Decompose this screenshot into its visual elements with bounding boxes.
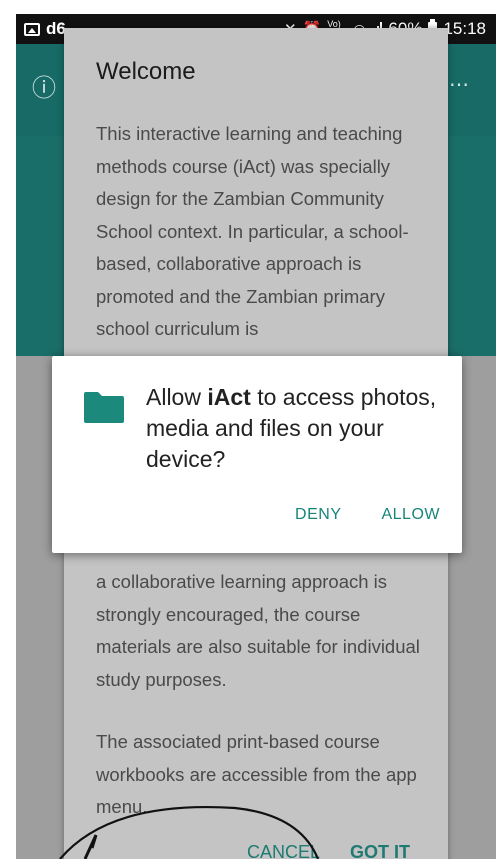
permission-prefix: Allow — [146, 384, 208, 410]
permission-dialog: Allow iAct to access photos, media and f… — [52, 356, 462, 553]
allow-button[interactable]: ALLOW — [381, 506, 440, 524]
clock: 15:18 — [443, 19, 486, 38]
carrier-label: d6 — [46, 19, 66, 38]
dialog-paragraph-2: a collaborative learning approach is str… — [96, 571, 420, 690]
dialog-paragraph-1: This interactive learning and teaching m… — [96, 123, 409, 339]
deny-button[interactable]: DENY — [295, 506, 341, 524]
cancel-button[interactable]: CANCEL — [247, 842, 320, 859]
permission-actions: DENY ALLOW — [295, 506, 440, 524]
got-it-button[interactable]: GOT IT — [350, 842, 410, 859]
dialog-actions: CANCEL GOT IT — [247, 842, 410, 859]
dialog-title: Welcome — [96, 58, 196, 85]
phone-screen: d6 ✕ ⏰ Vo) LTE ◠ 60% 15:18 ⓘ ⋯ Welcome T… — [16, 14, 496, 859]
folder-icon — [84, 392, 124, 423]
app-logo-icon: ⓘ — [32, 75, 56, 102]
permission-app-name: iAct — [207, 384, 251, 410]
image-notification-icon — [24, 22, 40, 36]
overflow-menu-icon[interactable]: ⋯ — [449, 72, 470, 97]
permission-message: Allow iAct to access photos, media and f… — [146, 382, 446, 475]
dialog-paragraph-3: The associated print-based course workbo… — [96, 731, 417, 817]
